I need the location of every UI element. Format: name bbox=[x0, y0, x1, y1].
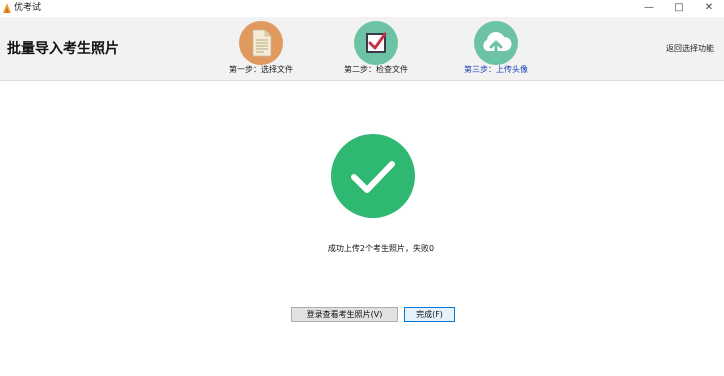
view-photos-button[interactable]: 登录查看考生照片(V) bbox=[291, 307, 398, 322]
back-to-function-link[interactable]: 返回选择功能 bbox=[666, 43, 714, 54]
step-3-label: 第三步：上传头像 bbox=[464, 65, 528, 74]
cloud-upload-icon bbox=[483, 32, 512, 56]
step-3-circle bbox=[474, 21, 518, 65]
document-icon bbox=[252, 29, 272, 57]
step-1-circle bbox=[239, 21, 283, 65]
step-2-circle bbox=[354, 21, 398, 65]
done-button[interactable]: 完成(F) bbox=[404, 307, 455, 322]
close-button[interactable]: ✕ bbox=[694, 0, 724, 17]
step-1-label: 第一步：选择文件 bbox=[229, 65, 293, 74]
checkbox-icon bbox=[366, 32, 387, 53]
window-titlebar: 优考试 — □ ✕ bbox=[0, 0, 724, 17]
step-upload-photo: 第三步：上传头像 bbox=[451, 19, 541, 79]
upload-result-message: 成功上传2个考生照片，失败0 bbox=[327, 244, 435, 253]
maximize-button[interactable]: □ bbox=[664, 0, 694, 17]
step-2-label: 第二步：检查文件 bbox=[344, 65, 408, 74]
wizard-header: 批量导入考生照片 第一步：选择文件 第二步：检查文件 第三步：上传头像 返回选择… bbox=[0, 17, 724, 81]
step-select-file: 第一步：选择文件 bbox=[216, 19, 306, 79]
checkmark-icon bbox=[351, 161, 395, 193]
step-check-file: 第二步：检查文件 bbox=[331, 19, 421, 79]
page-title: 批量导入考生照片 bbox=[7, 41, 119, 57]
app-logo-icon bbox=[3, 3, 11, 13]
success-indicator bbox=[331, 134, 415, 218]
minimize-button[interactable]: — bbox=[634, 0, 664, 17]
window-title: 优考试 bbox=[14, 3, 42, 13]
